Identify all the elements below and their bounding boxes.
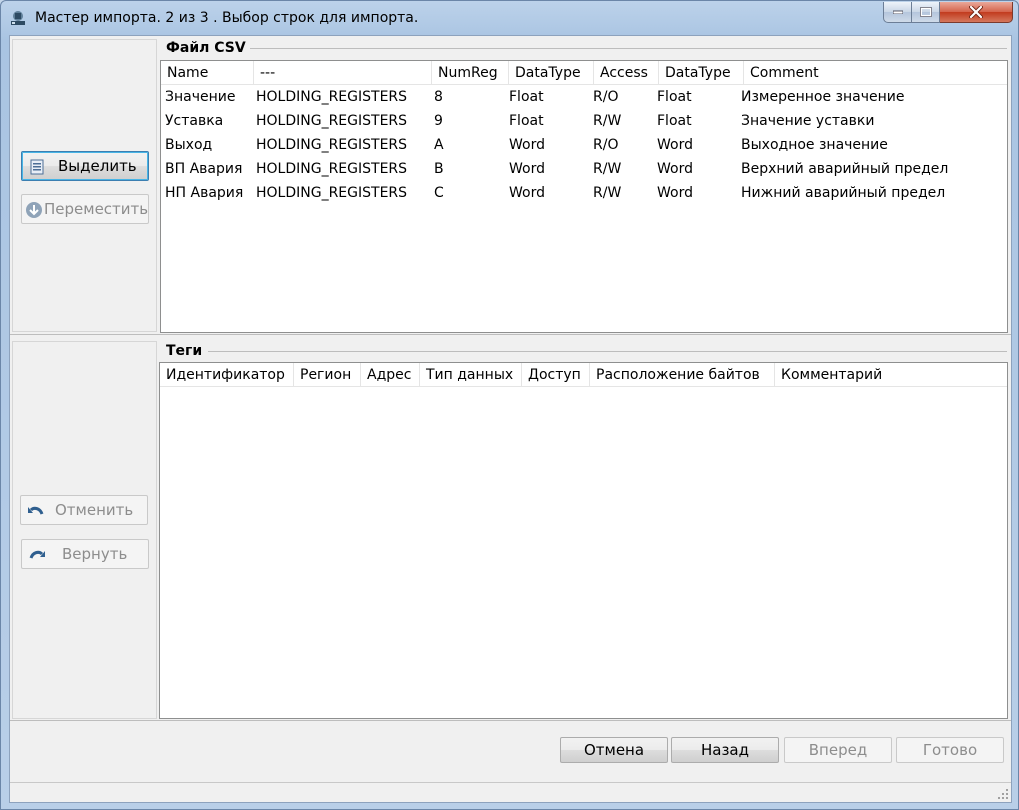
list-select-icon (30, 159, 44, 175)
csv-col-datatype-2[interactable]: DataType (659, 61, 744, 85)
footer-separator (10, 720, 1011, 721)
finish-button[interactable]: Готово (896, 737, 1004, 763)
tags-col-datatype[interactable]: Тип данных (420, 363, 522, 387)
csv-cell-comment: Выходное значение (741, 137, 888, 153)
redo-button[interactable]: Вернуть (21, 539, 149, 569)
csv-col-numreg[interactable]: NumReg (432, 61, 509, 85)
csv-cell-comment: Измеренное значение (741, 89, 905, 105)
tags-actions-pane (12, 341, 157, 719)
csv-cell-access: R/O (593, 89, 619, 105)
redo-button-label: Вернуть (62, 545, 128, 563)
csv-table-row[interactable]: ВП Авария HOLDING_REGISTERS B Word R/W Word Ве… (161, 157, 1007, 181)
csv-cell-datatype: Float (509, 113, 544, 129)
title-bar[interactable]: Мастер импорта. 2 из 3 . Выбор строк для… (1, 1, 1018, 35)
csv-cell-datatype-2: Float (657, 113, 692, 129)
move-button[interactable]: Переместить (21, 194, 149, 224)
minimize-icon (892, 10, 903, 14)
csv-col-type[interactable]: --- (254, 61, 432, 85)
resize-grip-icon[interactable] (997, 788, 1009, 800)
undo-button[interactable]: Отменить (20, 495, 148, 525)
window-title: Мастер импорта. 2 из 3 . Выбор строк для… (35, 10, 419, 26)
next-button[interactable]: Вперед (784, 737, 892, 763)
select-button[interactable]: Выделить (21, 151, 149, 181)
csv-table-row[interactable]: Выход HOLDING_REGISTERS A Word R/O Word Выходн… (161, 133, 1007, 157)
select-button-label: Выделить (58, 157, 137, 175)
csv-cell-datatype: Word (509, 137, 545, 153)
tags-section-rule (208, 351, 1007, 352)
csv-col-comment[interactable]: Comment (744, 61, 1007, 85)
cancel-button[interactable]: Отмена (560, 737, 668, 763)
csv-cell-numreg: A (434, 137, 444, 153)
csv-table-header: Name --- NumReg DataType Access DataType… (161, 61, 1007, 85)
move-button-label: Переместить (44, 200, 149, 218)
csv-cell-name: ВП Авария (165, 161, 243, 177)
csv-cell-access: R/W (593, 113, 622, 129)
csv-actions-pane (12, 39, 157, 332)
csv-col-name[interactable]: Name (161, 61, 254, 85)
csv-cell-datatype-2: Float (657, 89, 692, 105)
csv-col-access[interactable]: Access (594, 61, 659, 85)
csv-cell-access: R/W (593, 161, 622, 177)
csv-cell-datatype-2: Word (657, 137, 693, 153)
csv-cell-numreg: C (434, 185, 444, 201)
csv-cell-numreg: 8 (434, 89, 443, 105)
close-button[interactable] (940, 2, 1013, 23)
csv-cell-comment: Значение уставки (741, 113, 875, 129)
opc-server-icon (11, 11, 25, 25)
csv-section-title: Файл CSV (166, 40, 246, 56)
csv-cell-name: Уставка (165, 113, 224, 129)
close-icon (969, 6, 983, 18)
csv-cell-datatype-2: Word (657, 185, 693, 201)
csv-table-row[interactable]: НП Авария HOLDING_REGISTERS C Word R/W Word Ни… (161, 181, 1007, 205)
wizard-client-area: Выделить Переместить Файл CSV Name --- N… (9, 35, 1012, 803)
tags-table-header: Идентификатор Регион Адрес Тип данных До… (160, 363, 1007, 387)
csv-cell-register-type: HOLDING_REGISTERS (256, 89, 408, 105)
maximize-icon (919, 7, 932, 17)
status-bar (10, 782, 1011, 802)
horizontal-splitter[interactable] (10, 334, 1011, 335)
csv-cell-comment: Верхний аварийный предел (741, 161, 949, 177)
csv-cell-name: Значение (165, 89, 236, 105)
csv-col-datatype[interactable]: DataType (509, 61, 594, 85)
csv-cell-register-type: HOLDING_REGISTERS (256, 161, 408, 177)
tags-col-byte-order[interactable]: Расположение байтов (590, 363, 775, 387)
csv-table-row[interactable]: Значение HOLDING_REGISTERS 8 Float R/O Float И… (161, 85, 1007, 109)
csv-cell-datatype: Float (509, 89, 544, 105)
csv-cell-register-type: HOLDING_REGISTERS (256, 113, 408, 129)
csv-cell-name: НП Авария (165, 185, 244, 201)
tags-col-access[interactable]: Доступ (522, 363, 590, 387)
import-wizard-window: Мастер импорта. 2 из 3 . Выбор строк для… (0, 0, 1019, 810)
csv-cell-numreg: B (434, 161, 444, 177)
csv-cell-datatype-2: Word (657, 161, 693, 177)
csv-cell-datatype: Word (509, 161, 545, 177)
undo-arrow-icon (28, 506, 44, 515)
csv-cell-comment: Нижний аварийный предел (741, 185, 946, 201)
csv-table-row[interactable]: Уставка HOLDING_REGISTERS 9 Float R/W Float Зн… (161, 109, 1007, 133)
csv-cell-access: R/W (593, 185, 622, 201)
tags-col-address[interactable]: Адрес (361, 363, 420, 387)
csv-cell-register-type: HOLDING_REGISTERS (256, 185, 408, 201)
tags-section-title: Теги (166, 343, 203, 359)
csv-cell-register-type: HOLDING_REGISTERS (256, 137, 408, 153)
csv-section-rule (250, 48, 1007, 49)
arrow-down-circle-icon (26, 202, 42, 218)
tags-col-comment[interactable]: Комментарий (775, 363, 1007, 387)
tags-col-identifier[interactable]: Идентификатор (160, 363, 294, 387)
csv-cell-numreg: 9 (434, 113, 443, 129)
back-button[interactable]: Назад (671, 737, 779, 763)
csv-cell-datatype: Word (509, 185, 545, 201)
tags-col-region[interactable]: Регион (294, 363, 361, 387)
maximize-button[interactable] (912, 2, 940, 23)
minimize-button[interactable] (883, 2, 912, 23)
tags-table[interactable]: Идентификатор Регион Адрес Тип данных До… (159, 362, 1008, 719)
csv-table[interactable]: Name --- NumReg DataType Access DataType… (160, 60, 1008, 333)
redo-arrow-icon (29, 550, 45, 559)
undo-button-label: Отменить (55, 501, 134, 519)
csv-cell-access: R/O (593, 137, 619, 153)
csv-cell-name: Выход (165, 137, 213, 153)
